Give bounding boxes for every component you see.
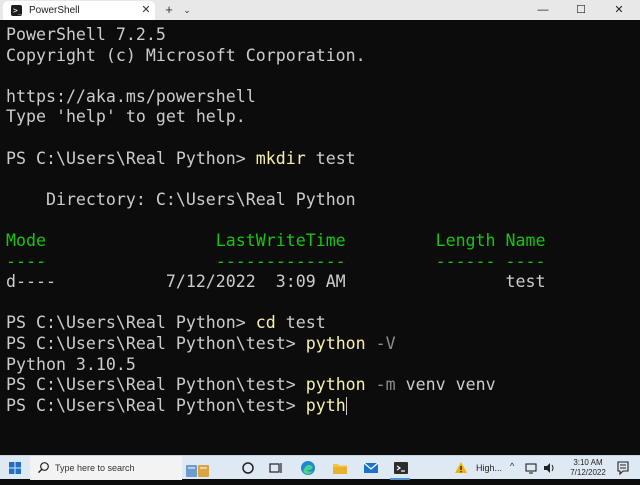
command-param: -m xyxy=(365,375,396,395)
active-command-line[interactable]: PS C:\Users\Real Python\test> pyth xyxy=(6,396,545,417)
command-name: python xyxy=(305,375,366,395)
search-box[interactable]: Type here to search xyxy=(30,456,182,480)
command-name: mkdir xyxy=(255,148,306,168)
mail-icon xyxy=(363,462,379,473)
minimize-button[interactable]: — xyxy=(524,0,562,20)
mail-app[interactable] xyxy=(356,456,384,480)
tab-powershell[interactable]: >_ PowerShell ✕ xyxy=(3,1,155,20)
file-explorer-app[interactable] xyxy=(325,456,353,480)
command-name: python xyxy=(305,333,366,353)
warning-icon xyxy=(455,462,467,473)
new-tab-button[interactable]: + xyxy=(160,2,178,18)
cortana-icon xyxy=(242,462,254,474)
tray-warning[interactable] xyxy=(452,456,470,480)
close-window-button[interactable]: ✕ xyxy=(600,0,638,20)
terminal-line: Copyright (c) Microsoft Corporation. xyxy=(6,45,366,65)
network-icon[interactable] xyxy=(524,461,538,475)
edge-icon xyxy=(301,461,315,475)
listing-entry-row: d---- 7/12/2022 3:09 AM test xyxy=(6,272,546,292)
start-button[interactable] xyxy=(0,456,30,480)
command-param: -V xyxy=(365,333,396,353)
terminal-line: Python 3.10.5 xyxy=(6,354,136,374)
title-bar: >_ PowerShell ✕ + ⌄ — ☐ ✕ xyxy=(0,0,640,20)
prompt: PS C:\Users\Real Python> xyxy=(6,148,256,168)
prompt: PS C:\Users\Real Python\test> xyxy=(6,333,306,353)
prompt: PS C:\Users\Real Python\test> xyxy=(6,395,306,415)
text-cursor xyxy=(345,397,347,416)
tab-dropdown-button[interactable]: ⌄ xyxy=(180,2,194,18)
terminal-line: PowerShell 7.2.5 xyxy=(6,25,166,44)
edge-app[interactable] xyxy=(293,456,321,480)
notifications-icon[interactable] xyxy=(616,460,630,476)
task-view-icon xyxy=(269,463,282,473)
search-icon xyxy=(38,462,49,474)
prompt: PS C:\Users\Real Python> xyxy=(6,313,256,333)
close-tab-button[interactable]: ✕ xyxy=(139,3,153,17)
clock-time[interactable]: 3:10 AM xyxy=(570,458,606,468)
directory-header: Directory: C:\Users\Real Python xyxy=(6,189,356,209)
search-highlight-icon[interactable] xyxy=(184,459,216,483)
terminal-app[interactable] xyxy=(386,456,414,480)
terminal-output: PowerShell 7.2.5 Copyright (c) Microsoft… xyxy=(6,25,545,416)
file-explorer-icon xyxy=(333,464,347,474)
terminal-line: https://aka.ms/powershell xyxy=(6,86,256,106)
command-name: cd xyxy=(255,313,276,333)
task-view-button[interactable] xyxy=(262,456,290,480)
listing-rule-row: ---- ------------- ------ ---- xyxy=(6,251,546,271)
command-line: PS C:\Users\Real Python> cd test xyxy=(6,313,545,334)
command-line: PS C:\Users\Real Python\test> python -m … xyxy=(6,375,545,396)
typed-command: pyth xyxy=(305,395,346,415)
command-line: PS C:\Users\Real Python\test> python -V xyxy=(6,334,545,355)
terminal-pane[interactable]: PowerShell 7.2.5 Copyright (c) Microsoft… xyxy=(0,20,640,455)
tray-overflow-button[interactable]: ^ xyxy=(510,461,514,471)
taskbar: Type here to search High... ^ 3:10 AM 7/… xyxy=(0,455,640,480)
terminal-line: Type 'help' to get help. xyxy=(6,107,246,127)
volume-icon[interactable] xyxy=(542,461,556,475)
prompt: PS C:\Users\Real Python\test> xyxy=(6,375,306,395)
listing-header-row: Mode LastWriteTime Length Name xyxy=(6,230,546,250)
tab-title: PowerShell xyxy=(29,5,80,16)
search-placeholder: Type here to search xyxy=(55,463,135,473)
windows-start-icon xyxy=(9,462,21,474)
command-args: venv venv xyxy=(395,375,496,395)
command-line: PS C:\Users\Real Python> mkdir test xyxy=(6,149,545,170)
command-args: test xyxy=(275,313,326,333)
cortana-button[interactable] xyxy=(234,456,262,480)
clock-date[interactable]: 7/12/2022 xyxy=(566,468,610,478)
powershell-icon: >_ xyxy=(11,5,23,16)
terminal-icon xyxy=(394,462,408,474)
command-args: test xyxy=(305,148,356,168)
tray-label[interactable]: High... xyxy=(476,462,502,474)
maximize-button[interactable]: ☐ xyxy=(562,0,600,20)
